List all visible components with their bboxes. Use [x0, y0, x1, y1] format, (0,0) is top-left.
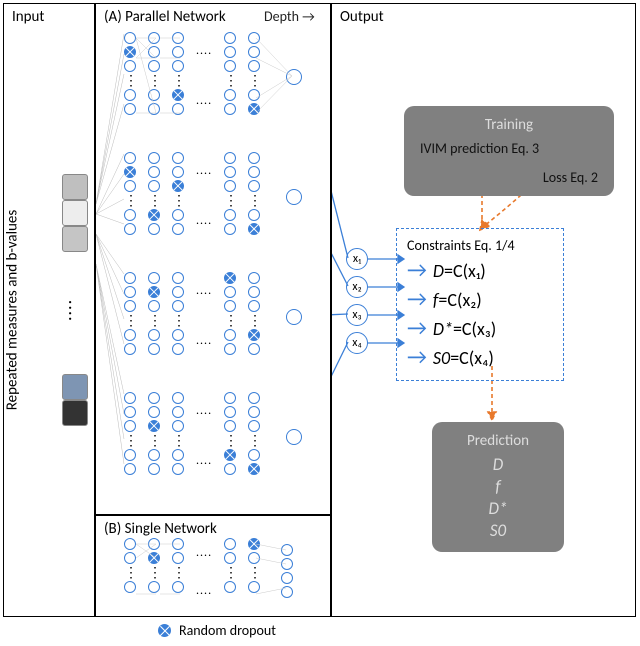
parallel-title: (A) Parallel Network: [104, 8, 226, 26]
input-block: [62, 226, 88, 252]
training-loss: Loss Eq. 2: [420, 169, 598, 186]
input-block-group-2: [62, 374, 88, 426]
ellipsis-icon: ....: [64, 294, 86, 328]
input-block-group-1: [62, 174, 88, 252]
legend: Random dropout: [158, 622, 276, 639]
constraint-row: →D*=C(x₃): [407, 314, 553, 343]
input-block: [62, 174, 88, 200]
prediction-item: D*: [448, 498, 548, 520]
legend-label: Random dropout: [179, 622, 276, 639]
constraints-box: Constraints Eq. 1/4 →D=C(x₁) →f=C(x₂) →D…: [396, 228, 564, 381]
single-title: (B) Single Network: [104, 520, 217, 538]
input-axis-label: Repeated measures and b-values: [3, 210, 21, 411]
constraint-row: →f=C(x₂): [407, 285, 553, 314]
input-block: [62, 400, 88, 426]
prediction-item: f: [448, 476, 548, 498]
input-title: Input: [12, 8, 44, 26]
block-output-node: [286, 69, 302, 85]
output-node-x4: x₄: [346, 332, 368, 354]
input-panel: Input Repeated measures and b-values ...…: [3, 3, 95, 617]
prediction-item: D: [448, 454, 548, 476]
output-node-x1: x₁: [346, 248, 368, 270]
constraint-row: →S0=C(x₄): [407, 343, 553, 372]
prediction-item: S0: [448, 520, 548, 542]
dropout-icon: [158, 624, 171, 637]
constraint-row: →D=C(x₁): [407, 256, 553, 285]
output-node-x2: x₂: [346, 276, 368, 298]
block-output-node: [286, 189, 302, 205]
single-network-panel: (B) Single Network ⋮ ⋮ ⋮ .... .... ⋮ ⋮: [95, 515, 331, 617]
training-box: Training IVIM prediction Eq. 3 Loss Eq. …: [404, 106, 614, 196]
input-block: [62, 374, 88, 400]
block-output-node: [286, 429, 302, 445]
depth-label: Depth →: [264, 8, 315, 25]
output-panel: Output x₁ x₂ x₃ x₄ Training IVIM predict…: [331, 3, 636, 617]
training-title: Training: [420, 116, 598, 134]
training-prediction: IVIM prediction Eq. 3: [420, 140, 598, 157]
prediction-title: Prediction: [448, 432, 548, 450]
output-title: Output: [340, 8, 384, 26]
input-block: [62, 200, 88, 226]
parallel-network-panel: (A) Parallel Network Depth → ⋮ ⋮ ⋮ .... …: [95, 3, 331, 515]
block-output-node: [286, 309, 302, 325]
output-node-x3: x₃: [346, 304, 368, 326]
prediction-box: Prediction D f D* S0: [432, 422, 564, 552]
constraints-title: Constraints Eq. 1/4: [407, 237, 553, 254]
